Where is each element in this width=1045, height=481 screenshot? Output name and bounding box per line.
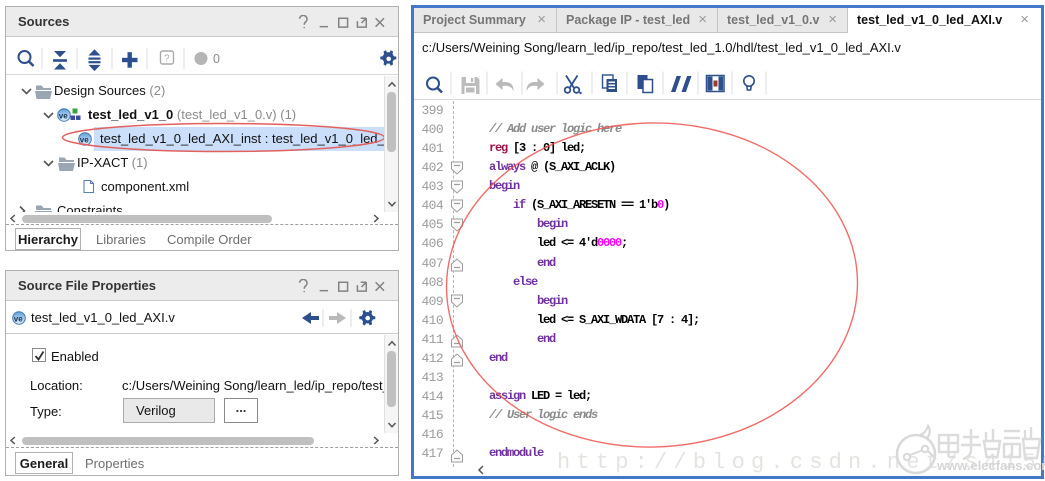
svg-text:ve: ve — [59, 111, 68, 120]
svg-text:?: ? — [164, 54, 170, 65]
svg-text:ve: ve — [14, 314, 23, 323]
svg-text:0: 0 — [213, 52, 220, 66]
svg-text:ve: ve — [80, 135, 89, 144]
svg-text:www.elecfans.com: www.elecfans.com — [936, 458, 1045, 473]
